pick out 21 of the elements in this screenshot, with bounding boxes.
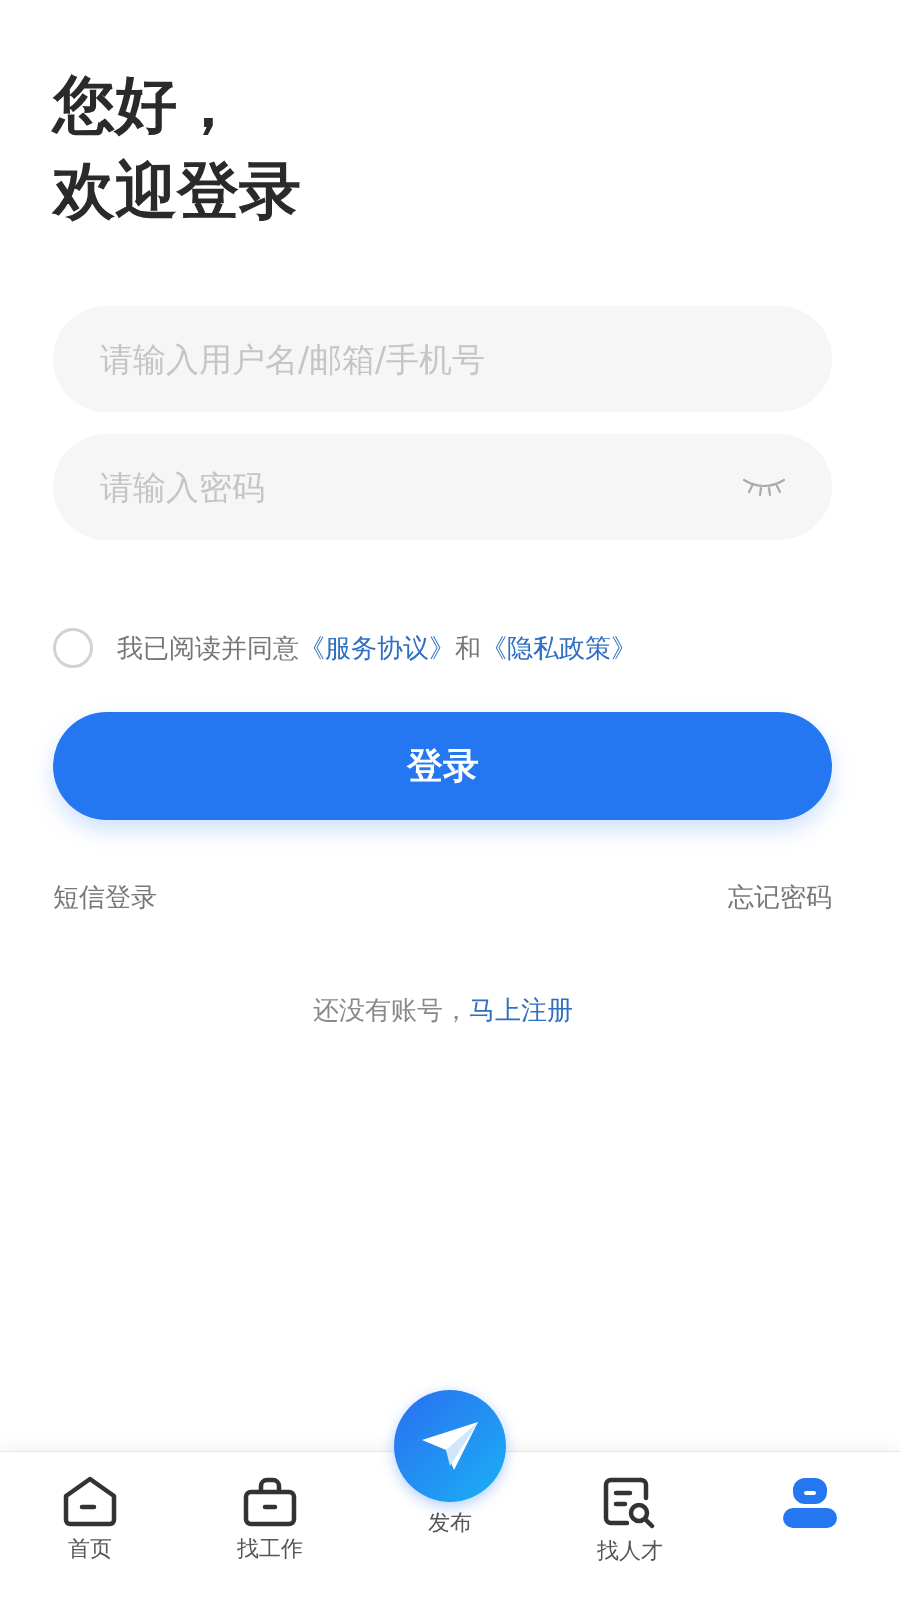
greeting-title: 您好， [53, 67, 239, 143]
register-prompt: 还没有账号，马上注册 [312, 994, 573, 1027]
home-icon [62, 1476, 118, 1528]
publish-button[interactable] [394, 1390, 506, 1502]
login-button[interactable]: 登录 [53, 712, 832, 820]
register-link[interactable]: 马上注册 [468, 995, 573, 1025]
tab-bar-item[interactable]: 发布 [360, 1390, 540, 1600]
forgot-password-link[interactable]: 忘记密码 [728, 880, 832, 915]
policy-link[interactable]: 《隐私政策》 [481, 632, 637, 663]
person-icon [781, 1476, 839, 1530]
briefcase-icon [242, 1476, 298, 1528]
tab-bar-item[interactable]: 找工作 [180, 1452, 360, 1600]
sms-login-link[interactable]: 短信登录 [53, 880, 157, 915]
agreement-checkbox[interactable] [53, 628, 93, 668]
tab-bar-item[interactable]: 找人才 [540, 1452, 720, 1600]
policy-link[interactable]: 《服务协议》 [299, 632, 455, 663]
greeting-title: 欢迎登录 [53, 153, 301, 229]
tab-bar-item[interactable]: 首页 [0, 1452, 180, 1600]
eye-closed-icon[interactable] [742, 476, 786, 498]
paper-plane-icon [420, 1420, 480, 1472]
agreement-text: 我已阅读并同意《服务协议》和《隐私政策》 [117, 631, 637, 665]
